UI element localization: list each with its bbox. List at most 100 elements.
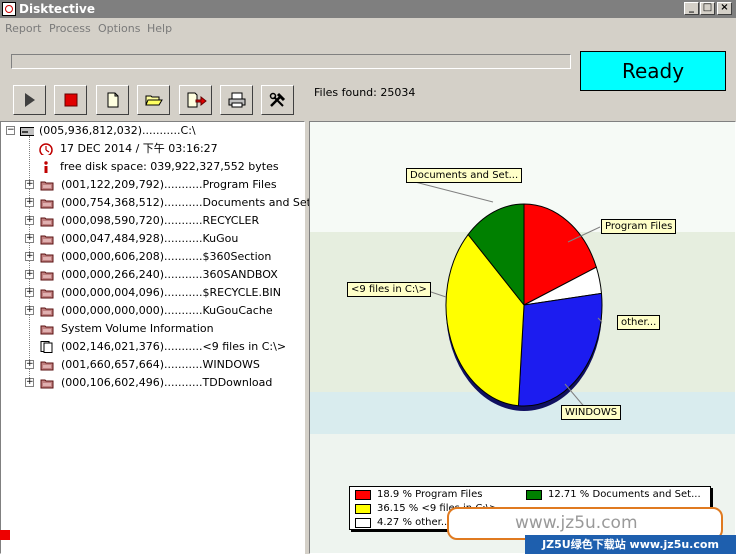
scan-progress-bar — [11, 54, 571, 69]
folder-icon — [40, 307, 54, 317]
folder-icon — [40, 235, 54, 245]
expand-toggle[interactable]: + — [25, 270, 34, 279]
tree-item[interactable]: + (000,098,590,720)...........RECYCLER — [20, 212, 304, 230]
legend-text: 4.27 % other... — [377, 517, 451, 528]
tree-item[interactable]: + (000,754,368,512)...........Documents a… — [20, 194, 338, 212]
tree-item-label: System Volume Information — [61, 322, 214, 335]
tools-icon — [269, 92, 286, 107]
expand-toggle[interactable]: + — [25, 360, 34, 369]
export-button[interactable] — [179, 85, 212, 115]
menu-report[interactable]: Report — [5, 22, 41, 35]
folder-icon — [40, 361, 54, 371]
expand-toggle[interactable]: + — [25, 252, 34, 261]
pie-slice — [517, 292, 603, 407]
tree-root[interactable]: − (005,936,812,032)...........C:\ — [1, 122, 301, 140]
tree-item[interactable]: + (000,047,484,928)...........KuGou — [20, 230, 304, 248]
play-button[interactable] — [13, 85, 46, 115]
expand-toggle[interactable]: + — [25, 306, 34, 315]
legend-swatch — [355, 504, 371, 514]
print-button[interactable] — [220, 85, 253, 115]
expand-toggle[interactable]: + — [25, 234, 34, 243]
play-icon — [25, 93, 35, 107]
tree-date-row: 17 DEC 2014 / 下午 03:16:27 — [20, 140, 300, 158]
menu-help[interactable]: Help — [147, 22, 172, 35]
tree-item-label: (000,106,602,496)...........TDDownload — [61, 376, 273, 389]
scan-date: 17 DEC 2014 / 下午 03:16:27 — [60, 142, 218, 155]
expand-toggle[interactable]: + — [25, 216, 34, 225]
tree-item-label: (000,000,004,096)...........$RECYCLE.BIN — [61, 286, 281, 299]
open-folder-icon — [145, 95, 163, 106]
tree-item[interactable]: + (001,122,209,792)...........Program Fil… — [20, 176, 304, 194]
folder-icon — [40, 271, 54, 281]
tree-item[interactable]: + (000,000,266,240)...........360SANDBOX — [20, 266, 304, 284]
legend-text: 12.71 % Documents and Set... — [548, 489, 701, 500]
status-indicator: Ready — [580, 51, 726, 91]
clock-icon — [39, 143, 53, 155]
info-icon — [44, 161, 48, 173]
files-icon — [40, 341, 53, 353]
folder-icon — [40, 325, 54, 335]
tree-item[interactable]: + (001,660,657,664)...........WINDOWS — [20, 356, 304, 374]
callout-other: other... — [617, 315, 661, 330]
menu-process[interactable]: Process — [49, 22, 91, 35]
stop-button[interactable] — [54, 85, 87, 115]
tree-item-label: (001,660,657,664)...........WINDOWS — [61, 358, 260, 371]
tree-item-label: (000,098,590,720)...........RECYCLER — [61, 214, 260, 227]
menu-bar: Report Process Options Help — [0, 19, 736, 39]
folder-tree[interactable]: − (005,936,812,032)...........C:\ 17 DEC… — [0, 121, 338, 554]
tree-item-label: (000,000,266,240)...........360SANDBOX — [61, 268, 278, 281]
tree-item[interactable]: + (000,000,004,096)...........$RECYCLE.BI… — [20, 284, 304, 302]
callout-program-files: Program Files — [601, 219, 677, 234]
legend-text: 18.9 % Program Files — [377, 489, 483, 500]
folder-icon — [40, 253, 54, 263]
menu-options[interactable]: Options — [98, 22, 140, 35]
expand-toggle[interactable]: + — [25, 378, 34, 387]
tree-item[interactable]: + (000,000,606,208)...........$360Section — [20, 248, 304, 266]
watermark-banner: JZ5U绿色下载站 www.jz5u.com — [525, 535, 736, 554]
legend-swatch — [526, 490, 542, 500]
tree-item[interactable]: + (000,000,000,000)...........KuGouCache — [20, 302, 304, 320]
folder-icon — [40, 217, 54, 227]
tree-item-label: (000,047,484,928)...........KuGou — [61, 232, 239, 245]
export-icon — [187, 92, 207, 108]
tree-item-label: (000,000,606,208)...........$360Section — [61, 250, 272, 263]
tree-item-label: (001,122,209,792)...........Program File… — [61, 178, 277, 191]
expand-toggle[interactable]: + — [25, 198, 34, 207]
close-button[interactable]: × — [717, 2, 732, 15]
expand-toggle[interactable]: + — [25, 288, 34, 297]
legend-swatch — [355, 490, 371, 500]
root-drive-label: (005,936,812,032)...........C:\ — [39, 124, 196, 137]
collapse-toggle[interactable]: − — [6, 126, 15, 135]
folder-icon — [40, 379, 54, 389]
app-icon — [2, 2, 16, 16]
callout-documents: Documents and Set... — [406, 168, 523, 183]
tree-item[interactable]: + (000,106,602,496)...........TDDownload — [20, 374, 304, 392]
tree-item-label: (002,146,021,376)...........<9 files in … — [61, 340, 287, 353]
tree-item-label: (000,000,000,000)...........KuGouCache — [61, 304, 273, 317]
legend-swatch — [355, 518, 371, 528]
folder-icon — [40, 181, 54, 191]
expand-toggle[interactable]: + — [25, 180, 34, 189]
drive-icon — [20, 127, 34, 136]
files-found-count: Files found: 25034 — [314, 86, 416, 99]
stop-icon — [64, 93, 78, 107]
maximize-button[interactable]: □ — [700, 2, 715, 15]
callout-leader-line — [414, 181, 494, 203]
window-title: Disktective — [19, 2, 95, 16]
tree-item-label: (000,754,368,512)...........Documents an… — [61, 196, 339, 209]
tree-item[interactable]: System Volume Information — [20, 320, 304, 338]
new-document-icon — [107, 92, 119, 108]
callout-windows: WINDOWS — [561, 405, 622, 420]
tree-free-space-row: free disk space: 039,922,327,552 bytes — [20, 158, 300, 176]
free-disk-space: free disk space: 039,922,327,552 bytes — [60, 160, 279, 173]
title-bar: Disktective _ □ × — [0, 0, 736, 18]
tree-item[interactable]: (002,146,021,376)...........<9 files in … — [20, 338, 304, 356]
edge-marker — [0, 530, 10, 540]
printer-icon — [228, 92, 246, 108]
minimize-button[interactable]: _ — [684, 2, 699, 15]
tools-button[interactable] — [261, 85, 294, 115]
new-report-button[interactable] — [96, 85, 129, 115]
folder-icon — [40, 289, 54, 299]
callout-9-files: <9 files in C:\> — [347, 282, 431, 297]
open-button[interactable] — [137, 85, 170, 115]
